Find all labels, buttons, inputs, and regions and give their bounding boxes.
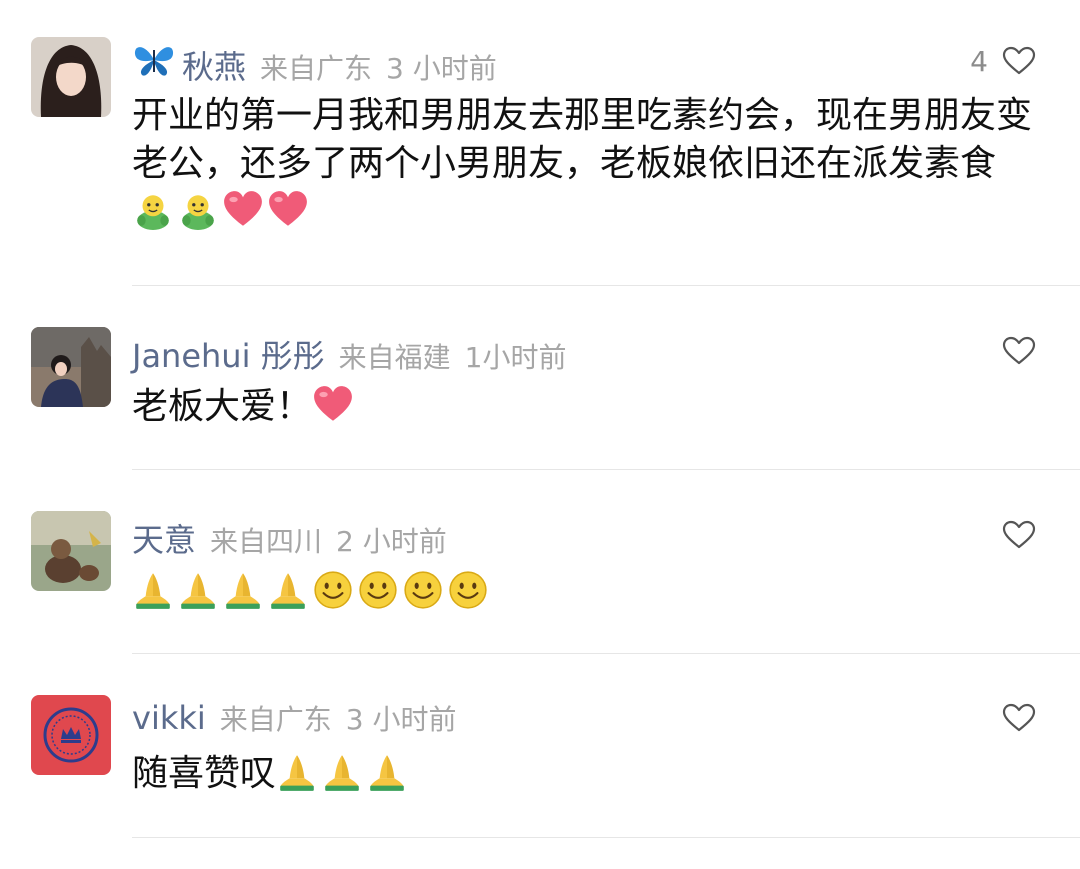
avatar-image	[31, 37, 111, 117]
comment-text: 随喜赞叹	[132, 750, 1032, 798]
heart-outline-icon	[1002, 520, 1036, 550]
location-label: 来自广东	[260, 52, 373, 85]
comment-body: 随喜赞叹	[132, 753, 277, 794]
comment-body: 老板大爱！	[132, 386, 313, 427]
pray-emoji	[177, 569, 219, 611]
like-button[interactable]	[1002, 515, 1036, 555]
smile-emoji	[402, 569, 444, 611]
location-label: 来自福建	[338, 341, 451, 374]
user-name[interactable]: Janehui 彤彤	[132, 331, 325, 377]
divider	[132, 285, 1080, 286]
avatar[interactable]	[31, 327, 111, 407]
timestamp: 3 小时前	[345, 703, 457, 736]
heart-emoji	[222, 189, 264, 231]
location-label: 来自广东	[219, 703, 332, 736]
heart-outline-icon	[1002, 703, 1036, 733]
comment-text: 老板大爱！	[132, 383, 1032, 431]
like-button[interactable]	[1002, 698, 1036, 738]
avatar-image	[31, 327, 111, 407]
location-label: 来自四川	[210, 525, 323, 558]
comment-meta: vikki 来自广东 3 小时前	[132, 698, 457, 738]
pray-emoji	[276, 751, 318, 793]
timestamp: 3 小时前	[386, 52, 497, 85]
like-count: 4	[970, 44, 988, 78]
pray-emoji	[366, 751, 408, 793]
pray-emoji	[222, 569, 264, 611]
smile-emoji	[357, 569, 399, 611]
frog-emoji	[132, 189, 174, 231]
comment-meta: 天意 来自四川 2 小时前	[132, 515, 447, 559]
comment-meta: 秋燕 来自广东 3 小时前	[132, 42, 497, 86]
divider	[132, 837, 1080, 838]
like-button[interactable]	[1002, 331, 1036, 371]
user-name[interactable]: 天意	[132, 515, 196, 561]
pray-emoji	[132, 569, 174, 611]
butterfly-icon	[134, 47, 174, 76]
timestamp: 1小时前	[464, 341, 567, 374]
divider	[132, 653, 1080, 654]
comment-text	[132, 568, 1032, 616]
divider	[132, 469, 1080, 470]
comment-body: 开业的第一月我和男朋友去那里吃素约会，现在男朋友变老公，还多了两个小男朋友，老板…	[132, 95, 1033, 184]
avatar[interactable]	[31, 695, 111, 775]
smile-emoji	[447, 569, 489, 611]
like-button[interactable]: 4	[970, 41, 1036, 81]
heart-outline-icon	[1002, 336, 1036, 366]
heart-outline-icon	[1002, 46, 1036, 76]
smile-emoji	[312, 569, 354, 611]
user-name[interactable]: 秋燕	[182, 42, 246, 88]
heart-emoji	[312, 384, 354, 426]
avatar[interactable]	[31, 37, 111, 117]
avatar-image	[31, 695, 111, 775]
pray-emoji	[267, 569, 309, 611]
comment-meta: Janehui 彤彤 来自福建 1小时前	[132, 331, 567, 375]
heart-emoji	[267, 189, 309, 231]
user-name[interactable]: vikki	[132, 699, 206, 737]
comment-text: 开业的第一月我和男朋友去那里吃素约会，现在男朋友变老公，还多了两个小男朋友，老板…	[132, 92, 1032, 236]
avatar[interactable]	[31, 511, 111, 591]
timestamp: 2 小时前	[336, 525, 447, 558]
pray-emoji	[321, 751, 363, 793]
frog-emoji	[177, 189, 219, 231]
avatar-image	[31, 511, 111, 591]
